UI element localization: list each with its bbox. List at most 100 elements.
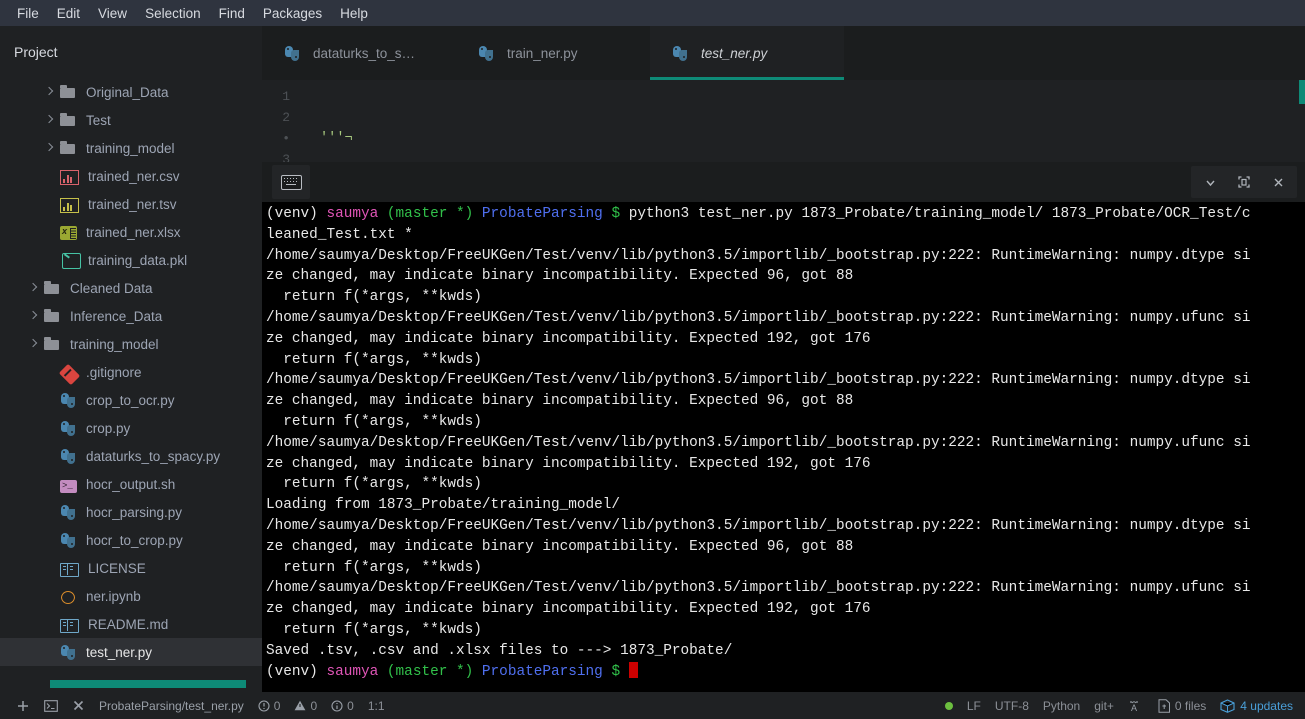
tree-file-row[interactable]: ner.ipynb	[0, 582, 262, 610]
tree-file-row[interactable]: >_ hocr_output.sh	[0, 470, 262, 498]
tree-file-row[interactable]: README.md	[0, 610, 262, 638]
status-indicator-dot	[944, 701, 953, 710]
tree-item-label: LICENSE	[88, 560, 146, 576]
error-icon	[258, 699, 270, 712]
terminal-tab-button[interactable]	[272, 165, 310, 199]
close-terminal-icon[interactable]	[72, 699, 85, 712]
terminal-cursor	[628, 661, 638, 678]
tree-folder-row[interactable]: training_model	[0, 134, 262, 162]
file-encoding[interactable]: UTF-8	[995, 699, 1029, 713]
chevron-right-icon[interactable]	[44, 115, 55, 126]
status-file-path[interactable]: ProbateParsing/test_ner.py	[99, 699, 244, 713]
tree-file-row[interactable]: x trained_ner.xlsx	[0, 218, 262, 246]
terminal-output[interactable]: (venv) saumya (master *) ProbateParsing …	[262, 202, 1305, 692]
terminal-output-line: return f(*args, **kwds)	[266, 559, 482, 576]
folder-icon	[60, 84, 77, 100]
menu-item-file[interactable]: File	[8, 4, 48, 23]
git-file-icon	[58, 363, 81, 385]
menu-item-help[interactable]: Help	[331, 4, 377, 23]
tree-folder-row[interactable]: Inference_Data	[0, 302, 262, 330]
tree-arrow-spacer	[44, 619, 55, 630]
tree-folder-row[interactable]: Cleaned Data	[0, 274, 262, 302]
terminal-header	[262, 162, 1305, 202]
editor-vertical-scrollbar[interactable]	[1299, 80, 1305, 104]
sidebar-horizontal-scrollbar[interactable]	[50, 680, 246, 688]
warning-count[interactable]: 0	[294, 699, 317, 713]
tree-arrow-spacer	[44, 171, 55, 182]
line-ending[interactable]: LF	[967, 699, 981, 713]
cursor-position[interactable]: 1:1	[368, 699, 385, 713]
tree-file-row[interactable]: crop_to_ocr.py	[0, 386, 262, 414]
editor-tab-label: train_ner.py	[507, 45, 578, 61]
terminal-output-line: return f(*args, **kwds)	[266, 289, 482, 306]
prompt-dollar: $	[611, 206, 629, 222]
menu-item-view[interactable]: View	[89, 4, 136, 23]
updates-indicator[interactable]: 4 updates	[1220, 699, 1293, 713]
tree-folder-row[interactable]: Test	[0, 106, 262, 134]
menu-item-selection[interactable]: Selection	[136, 4, 210, 23]
error-count[interactable]: 0	[258, 699, 280, 713]
tree-arrow-spacer	[44, 647, 55, 658]
info-count-value: 0	[347, 698, 354, 713]
file-diff-icon	[1158, 698, 1170, 713]
tree-item-label: test_ner.py	[86, 644, 153, 660]
python-file-icon	[60, 533, 77, 549]
tree-file-row[interactable]: LICENSE	[0, 554, 262, 582]
terminal-command: python3 test_ner.py 1873_Probate/trainin…	[628, 206, 1251, 222]
code-content[interactable]: '''¬ This script tests the Named Entity …	[298, 80, 1305, 162]
tree-item-label: Test	[86, 112, 111, 128]
tree-folder-row[interactable]: Original_Data	[0, 80, 262, 106]
tree-file-row[interactable]: training_data.pkl	[0, 246, 262, 274]
prompt-dir: ProbateParsing	[481, 206, 612, 222]
changed-files[interactable]: 0 files	[1158, 699, 1206, 713]
tree-file-row[interactable]: test_ner.py	[0, 638, 262, 666]
maximize-icon[interactable]	[1229, 169, 1259, 195]
terminal-controls	[1191, 166, 1297, 198]
chevron-right-icon[interactable]	[28, 339, 39, 350]
package-icon	[1220, 698, 1235, 713]
menu-item-find[interactable]: Find	[210, 4, 254, 23]
tree-item-label: training_model	[70, 336, 159, 352]
editor-tab[interactable]: test_ner.py	[650, 26, 844, 80]
chevron-right-icon[interactable]	[44, 87, 55, 98]
tree-item-label: trained_ner.tsv	[88, 196, 177, 212]
tree-arrow-spacer	[44, 423, 55, 434]
terminal-output-line: /home/saumya/Desktop/FreeUKGen/Test/venv…	[266, 309, 1251, 326]
plus-icon[interactable]	[16, 699, 30, 713]
code-editor[interactable]: 1 2 • 3 '''¬ This script tests the Named En…	[262, 80, 1305, 162]
terminal-icon[interactable]	[44, 699, 58, 712]
folder-icon	[60, 140, 77, 156]
terminal-output-line: ze changed, may indicate binary incompat…	[266, 455, 871, 472]
status-bar: ProbateParsing/test_ner.py 0 0 0 1:1 LF …	[0, 692, 1305, 719]
tree-item-label: crop.py	[86, 420, 131, 436]
tree-file-row[interactable]: trained_ner.tsv	[0, 190, 262, 218]
close-icon[interactable]	[1263, 169, 1293, 195]
line-number-gutter: 1 2 • 3	[262, 80, 298, 162]
tree-file-row[interactable]: dataturks_to_spacy.py	[0, 442, 262, 470]
info-count[interactable]: 0	[331, 699, 354, 713]
menu-item-packages[interactable]: Packages	[254, 4, 331, 23]
tree-file-row[interactable]: crop.py	[0, 414, 262, 442]
chevron-right-icon[interactable]	[28, 283, 39, 294]
chevron-down-icon[interactable]	[1195, 169, 1225, 195]
tree-file-row[interactable]: hocr_to_crop.py	[0, 526, 262, 554]
git-status[interactable]: git+	[1094, 699, 1114, 713]
python-file-icon	[60, 393, 77, 409]
grammar-selector[interactable]: Python	[1043, 699, 1080, 713]
python-file-icon	[478, 46, 495, 62]
tree-file-row[interactable]: trained_ner.csv	[0, 162, 262, 190]
chevron-right-icon[interactable]	[28, 311, 39, 322]
tree-file-row[interactable]: hocr_parsing.py	[0, 498, 262, 526]
python-file-icon	[60, 449, 77, 465]
menu-item-edit[interactable]: Edit	[48, 4, 89, 23]
chevron-right-icon[interactable]	[44, 143, 55, 154]
spell-check-icon[interactable]: A	[1128, 699, 1144, 713]
file-tree[interactable]: OCR_TestOriginal_DataTesttraining_modelt…	[0, 80, 262, 692]
tree-folder-row[interactable]: training_model	[0, 330, 262, 358]
tree-item-label: Inference_Data	[70, 308, 163, 324]
tree-file-row[interactable]: .gitignore	[0, 358, 262, 386]
editor-tab[interactable]: dataturks_to_s…	[262, 26, 456, 80]
csv-file-icon	[60, 169, 79, 185]
prompt-branch: (master *)	[386, 663, 482, 680]
editor-tab[interactable]: train_ner.py	[456, 26, 650, 80]
